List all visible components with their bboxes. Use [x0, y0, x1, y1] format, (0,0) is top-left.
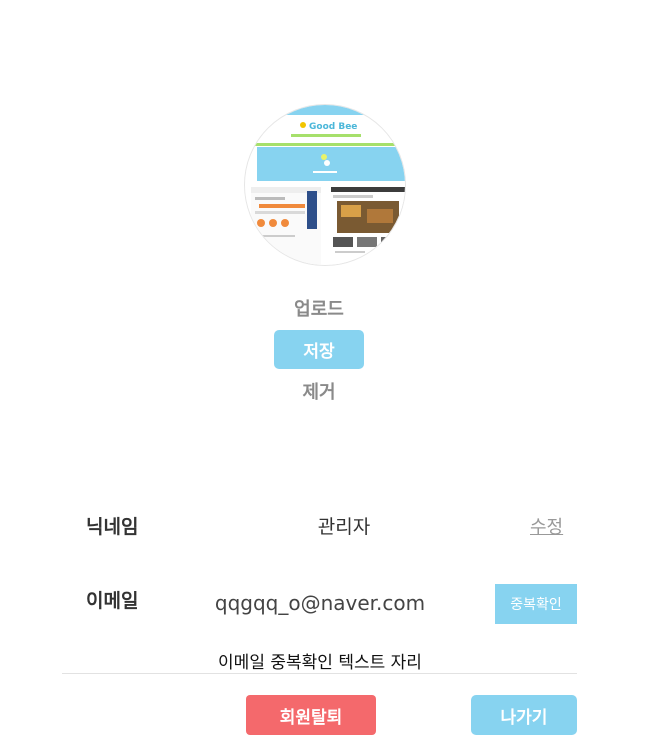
thumbnail-logo-text: Good Bee — [309, 122, 357, 132]
nickname-value: 관리자 — [317, 516, 371, 538]
remove-image-button[interactable]: 제거 — [269, 376, 369, 406]
divider — [62, 673, 577, 674]
profile-settings-page: Good Bee 업로드 저장 제거 닉네임 관리자 수정 이메일 qqgqq_… — [0, 0, 660, 752]
email-input[interactable] — [188, 586, 452, 620]
edit-nickname-link[interactable]: 수정 — [530, 513, 563, 539]
exit-button[interactable]: 나가기 — [471, 695, 577, 735]
email-duplicate-check-button[interactable]: 중복확인 — [495, 584, 577, 624]
upload-image-button[interactable]: 업로드 — [269, 293, 369, 323]
save-image-button[interactable]: 저장 — [274, 330, 364, 369]
nickname-label: 닉네임 — [86, 516, 139, 538]
email-check-message: 이메일 중복확인 텍스트 자리 — [218, 653, 422, 673]
withdraw-account-button[interactable]: 회원탈퇴 — [246, 695, 376, 735]
email-label: 이메일 — [86, 590, 139, 612]
profile-image: Good Bee — [244, 104, 406, 266]
